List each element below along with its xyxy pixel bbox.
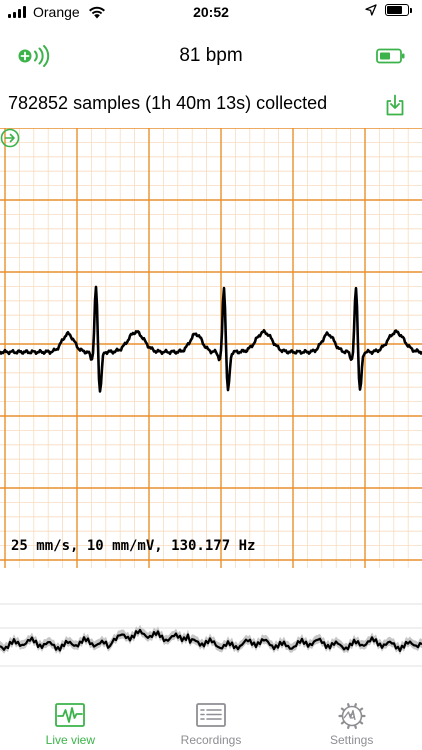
ecg-chart[interactable]: 25 mm/s, 10 mm/mV, 130.177 Hz [0,128,422,568]
forward-icon[interactable] [0,128,20,148]
recordings-icon [196,703,226,727]
tab-settings[interactable]: Settings [281,690,422,750]
info-row: 782852 samples (1h 40m 13s) collected [0,90,422,120]
ecg-overview-strip[interactable] [0,602,422,672]
status-bar: Orange 20:52 [0,0,422,26]
ecg-scale-label: 25 mm/s, 10 mm/mV, 130.177 Hz [11,538,256,554]
ecg-trace [0,285,422,393]
ecg-grid-and-trace [0,128,422,568]
tab-label-recordings: Recordings [180,733,242,747]
tab-label-live-view: Live view [45,733,96,747]
settings-icon [338,703,366,729]
status-right [365,4,412,16]
battery-icon[interactable] [376,48,406,64]
page-title: 81 bpm [179,45,243,66]
download-icon[interactable] [385,94,405,116]
tab-bar: Live view Recordings Settings [0,690,422,750]
nav-header: 81 bpm [0,38,422,74]
tab-label-settings: Settings [330,733,374,747]
status-battery-icon [385,4,412,16]
live-view-icon [55,703,86,727]
samples-collected-text: 782852 samples (1h 40m 13s) collected [8,93,328,113]
tab-recordings[interactable]: Recordings [141,690,282,750]
status-time: 20:52 [193,4,229,20]
location-arrow-icon [365,4,377,16]
tab-live-view[interactable]: Live view [0,690,141,750]
